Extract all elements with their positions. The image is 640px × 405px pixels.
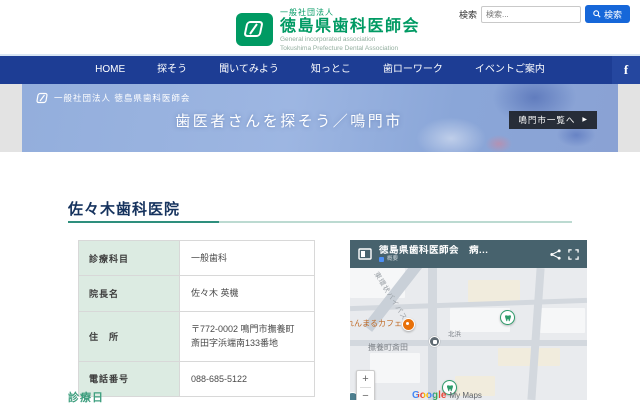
transit-stop-icon[interactable] [429, 336, 440, 347]
city-list-button[interactable]: 鳴門市一覧へ ▶ [509, 111, 597, 129]
table-row: 院長名 佐々木 英機 [79, 276, 315, 311]
search-button[interactable]: 検索 [585, 5, 630, 23]
map-block [468, 280, 520, 302]
dental-clinic-marker-icon[interactable] [500, 310, 515, 325]
clinic-info-table: 診療科目 一般歯科 院長名 佐々木 英機 住 所 〒772-0002 鳴門市撫養… [78, 240, 315, 397]
hero-section: 一般社団法人 徳島県歯科医師会 歯医者さんを探そう／鳴門市 鳴門市一覧へ ▶ [0, 84, 640, 152]
share-icon[interactable] [550, 249, 561, 260]
row-value: 佐々木 英機 [180, 276, 315, 311]
map-legend-row: 概要 [379, 256, 543, 263]
map-block [370, 353, 420, 383]
map-block [540, 308, 585, 333]
search-icon [593, 10, 601, 18]
row-label: 診療科目 [79, 241, 180, 276]
nav-item-shittoko[interactable]: 知っとこ [295, 56, 367, 84]
next-section-heading: 診療日 [68, 389, 104, 405]
site-header: 一般社団法人 徳島県歯科医師会 General incorporated ass… [0, 0, 640, 56]
map-title[interactable]: 徳島県歯科医師会 病... [379, 245, 543, 256]
page-title: 佐々木歯科医院 [68, 198, 572, 219]
zoom-out-button[interactable]: − [362, 388, 368, 400]
site-logo[interactable]: 一般社団法人 徳島県歯科医師会 General incorporated ass… [236, 7, 420, 53]
corp-type-label: 一般社団法人 [280, 7, 420, 18]
cafe-label: れんまるカフェ [350, 318, 402, 329]
my-maps-label: My Maps [449, 391, 481, 400]
tooth-logo-small-icon [36, 92, 49, 104]
heading-underline [68, 221, 572, 223]
hero-banner-image: 一般社団法人 徳島県歯科医師会 歯医者さんを探そう／鳴門市 鳴門市一覧へ ▶ [22, 84, 618, 152]
area-label: 撫養町斎田 [368, 342, 408, 353]
cafe-poi-icon[interactable] [402, 318, 415, 331]
district-label: 北浜 [448, 328, 461, 338]
search-input[interactable] [481, 6, 581, 23]
hero-org-label: 一般社団法人 徳島県歯科医師会 [54, 92, 190, 104]
map-zoom-control: + − [356, 370, 375, 400]
map-road [527, 268, 544, 400]
facebook-icon[interactable]: f [612, 56, 640, 84]
table-row: 診療科目 一般歯科 [79, 241, 315, 276]
tooth-logo-icon [236, 13, 273, 46]
main-nav: HOME 探そう 聞いてみよう 知っとこ 歯ローワーク イベントご案内 f [0, 56, 640, 84]
table-row: 住 所 〒772-0002 鳴門市撫養町斎田字浜端南133番地 [79, 311, 315, 361]
search-label: 検索 [459, 8, 477, 21]
map-canvas[interactable]: 東環状バイパス れんまるカフェ 撫養町斎田 北浜 + − Google My M… [350, 268, 587, 400]
org-en-line1: General incorporated association [280, 36, 420, 44]
google-map-embed[interactable]: 徳島県歯科医師会 病... 概要 東環状バイパス れんまるカフェ [350, 240, 587, 400]
map-header: 徳島県歯科医師会 病... 概要 [350, 240, 587, 268]
arrow-right-icon: ▶ [582, 111, 588, 129]
row-value: 一般歯科 [180, 241, 315, 276]
google-attribution: Google My Maps [412, 390, 482, 400]
nav-item-events[interactable]: イベントご案内 [459, 56, 561, 84]
row-label: 住 所 [79, 311, 180, 361]
open-in-maps-icon[interactable] [358, 248, 372, 260]
nav-item-sagasou[interactable]: 探そう [141, 56, 203, 84]
table-row: 電話番号 088-685-5122 [79, 361, 315, 396]
org-en-line2: Tokushima Prefecture Dental Association [280, 45, 420, 53]
row-value: 088-685-5122 [180, 361, 315, 396]
google-logo: Google [412, 390, 446, 400]
city-list-button-label: 鳴門市一覧へ [518, 111, 575, 129]
legend-icon [379, 257, 384, 262]
fullscreen-icon[interactable] [568, 249, 579, 260]
nav-item-harowork[interactable]: 歯ローワーク [367, 56, 459, 84]
hero-org-row: 一般社団法人 徳島県歯科医師会 [36, 92, 190, 104]
map-legend-label: 概要 [387, 256, 398, 263]
logo-text: 一般社団法人 徳島県歯科医師会 General incorporated ass… [280, 7, 420, 53]
search-bar: 検索 検索 [459, 5, 630, 23]
org-name: 徳島県歯科医師会 [280, 18, 420, 36]
nav-item-home[interactable]: HOME [79, 56, 141, 84]
row-value: 〒772-0002 鳴門市撫養町斎田字浜端南133番地 [180, 311, 315, 361]
map-title-wrap: 徳島県歯科医師会 病... 概要 [379, 245, 543, 263]
row-label: 院長名 [79, 276, 180, 311]
search-button-label: 検索 [604, 8, 622, 21]
map-road [428, 268, 437, 400]
nav-item-kiitemiyou[interactable]: 聞いてみよう [203, 56, 295, 84]
zoom-in-button[interactable]: + [362, 371, 368, 387]
